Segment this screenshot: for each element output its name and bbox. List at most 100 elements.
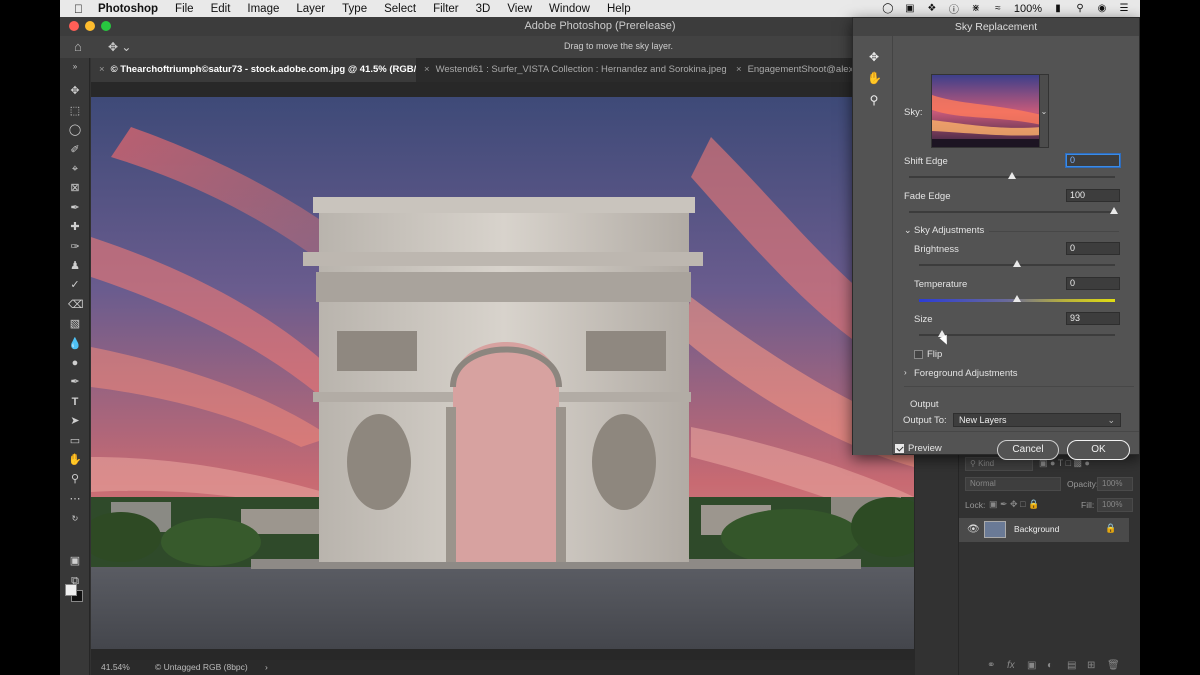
hand-tool-icon[interactable]: ✋ [68, 453, 82, 467]
sky-preset-dropdown-icon[interactable]: ⌄ [1039, 74, 1049, 148]
siri-icon[interactable]: ◉ [1096, 3, 1108, 15]
clone-stamp-icon[interactable]: ♟ [68, 259, 82, 273]
add-mask-icon[interactable]: ▣ [1027, 660, 1036, 671]
move-tool-options-icon[interactable]: ✥ ⌄ [108, 40, 131, 54]
temperature-field[interactable]: 0 [1066, 277, 1120, 290]
apple-icon[interactable]:  [74, 2, 86, 16]
eraser-icon[interactable]: ⌫ [68, 298, 84, 312]
shift-edge-field[interactable]: 0 [1066, 154, 1120, 167]
close-tab-icon[interactable]: × [99, 64, 105, 75]
fx-icon[interactable]: fx [1007, 660, 1015, 671]
menu-file[interactable]: File [175, 3, 194, 15]
control-center-icon[interactable]: ☰ [1118, 3, 1130, 15]
shift-edge-slider-thumb[interactable] [1008, 172, 1016, 179]
new-group-icon[interactable]: ▤ [1067, 660, 1076, 671]
preview-checkbox[interactable] [895, 444, 904, 453]
menu-select[interactable]: Select [384, 3, 416, 15]
gradient-tool-icon[interactable]: ▧ [68, 317, 82, 331]
brightness-slider-thumb[interactable] [1013, 260, 1021, 267]
sky-preset-thumbnail[interactable] [931, 74, 1041, 148]
tab-arch-document[interactable]: × © Thearchoftriumph©satur73 - stock.adob… [91, 58, 416, 82]
cancel-button[interactable]: Cancel [997, 440, 1059, 460]
menu-type[interactable]: Type [342, 3, 367, 15]
hand-tool-icon[interactable]: ✋ [867, 71, 882, 85]
blur-tool-icon[interactable]: 💧 [68, 337, 82, 351]
wifi-icon[interactable]: ≈ [992, 3, 1004, 15]
eyedropper-icon[interactable]: ✒ [68, 201, 82, 215]
dropbox-icon[interactable]: ❖ [926, 3, 938, 15]
foreground-adjustments-chevron-icon[interactable]: › [904, 368, 907, 377]
swap-colors-icon[interactable]: ↻ [68, 512, 82, 526]
close-tab-icon[interactable]: × [736, 64, 742, 75]
fade-edge-field[interactable]: 100 [1066, 189, 1120, 202]
creative-cloud-icon[interactable]: ◯ [882, 3, 894, 15]
visibility-eye-icon[interactable]: 👁 [967, 524, 980, 535]
menu-3d[interactable]: 3D [476, 3, 491, 15]
sky-move-tool-icon[interactable]: ✥ [867, 50, 881, 64]
crop-tool-icon[interactable]: ⌖ [68, 162, 82, 176]
history-brush-icon[interactable]: ✓ [68, 278, 82, 292]
trash-icon[interactable]: 🗑 [1107, 660, 1120, 671]
battery-icon[interactable]: ▮ [1052, 3, 1064, 15]
foreground-adjustments-header[interactable]: Foreground Adjustments [914, 368, 1018, 379]
close-tab-icon[interactable]: × [424, 64, 430, 75]
bluetooth-icon[interactable]: ⋇ [970, 3, 982, 15]
quick-mask-icon[interactable]: ▣ [68, 554, 82, 568]
brightness-field[interactable]: 0 [1066, 242, 1120, 255]
lock-icons[interactable]: ▣ ✒ ✥ □ 🔒 [989, 499, 1039, 510]
sky-adjustments-header[interactable]: Sky Adjustments [914, 225, 984, 236]
blend-mode-select[interactable]: Normal [965, 477, 1061, 491]
size-field[interactable]: 93 [1066, 312, 1120, 325]
healing-brush-icon[interactable]: ✚ [68, 220, 82, 234]
temperature-slider-thumb[interactable] [1013, 295, 1021, 302]
tab-surfer-document[interactable]: × Westend61 : Surfer_VISTA Collection : H… [416, 58, 728, 82]
menu-edit[interactable]: Edit [211, 3, 231, 15]
dodge-tool-icon[interactable]: ● [68, 356, 82, 370]
zoom-tool-icon[interactable]: ⚲ [867, 93, 881, 107]
opacity-field[interactable]: 100% [1097, 477, 1133, 491]
menu-app-name[interactable]: Photoshop [98, 3, 158, 15]
flip-checkbox[interactable] [914, 350, 923, 359]
pen-tool-icon[interactable]: ✒ [68, 375, 82, 389]
lasso-tool-icon[interactable]: ◯ [68, 123, 82, 137]
menu-view[interactable]: View [507, 3, 532, 15]
zoom-window-button[interactable] [101, 21, 111, 31]
fade-edge-slider-thumb[interactable] [1110, 207, 1118, 214]
lock-icon[interactable]: 🔒 [1105, 523, 1116, 534]
collapse-icon[interactable]: » [68, 60, 82, 74]
quick-select-icon[interactable]: ✐ [68, 143, 82, 157]
menu-help[interactable]: Help [607, 3, 631, 15]
link-layers-icon[interactable]: ⚭ [987, 660, 995, 671]
adjustment-layer-icon[interactable]: ◐ [1047, 660, 1053, 671]
minimize-window-button[interactable] [85, 21, 95, 31]
more-tools-icon[interactable]: ⋯ [68, 492, 82, 506]
brush-tool-icon[interactable]: ✑ [68, 240, 82, 254]
screen-record-icon[interactable]: ▣ [904, 3, 916, 15]
search-icon[interactable]: ⚲ [1074, 3, 1086, 15]
ok-button[interactable]: OK [1067, 440, 1130, 460]
layer-row-background[interactable]: 👁 Background 🔒 [959, 518, 1129, 542]
sky-adjustments-chevron-icon[interactable]: ⌄ [904, 225, 912, 236]
close-window-button[interactable] [69, 21, 79, 31]
menu-image[interactable]: Image [247, 3, 279, 15]
menu-layer[interactable]: Layer [296, 3, 325, 15]
menu-window[interactable]: Window [549, 3, 590, 15]
fill-field[interactable]: 100% [1097, 498, 1133, 512]
home-icon[interactable]: ⌂ [74, 39, 90, 55]
fade-edge-slider-track[interactable] [909, 211, 1115, 213]
move-tool-icon[interactable]: ✥ [68, 84, 82, 98]
zoom-tool-icon[interactable]: ⚲ [68, 472, 82, 486]
document-canvas[interactable] [91, 97, 914, 649]
new-layer-icon[interactable]: ⊞ [1087, 660, 1095, 671]
size-slider-track[interactable] [919, 334, 1115, 336]
marquee-tool-icon[interactable]: ⬚ [68, 104, 82, 118]
info-icon[interactable]: ⓘ [948, 3, 960, 16]
rectangle-tool-icon[interactable]: ▭ [68, 434, 82, 448]
status-menu-arrow[interactable]: › [265, 660, 268, 675]
output-to-select[interactable]: New Layers ⌄ [953, 413, 1121, 427]
foreground-color-swatch[interactable] [65, 584, 77, 596]
frame-tool-icon[interactable]: ⊠ [68, 181, 82, 195]
menu-filter[interactable]: Filter [433, 3, 459, 15]
type-tool-icon[interactable]: T [68, 395, 82, 409]
zoom-level[interactable]: 41.54% [101, 660, 130, 675]
